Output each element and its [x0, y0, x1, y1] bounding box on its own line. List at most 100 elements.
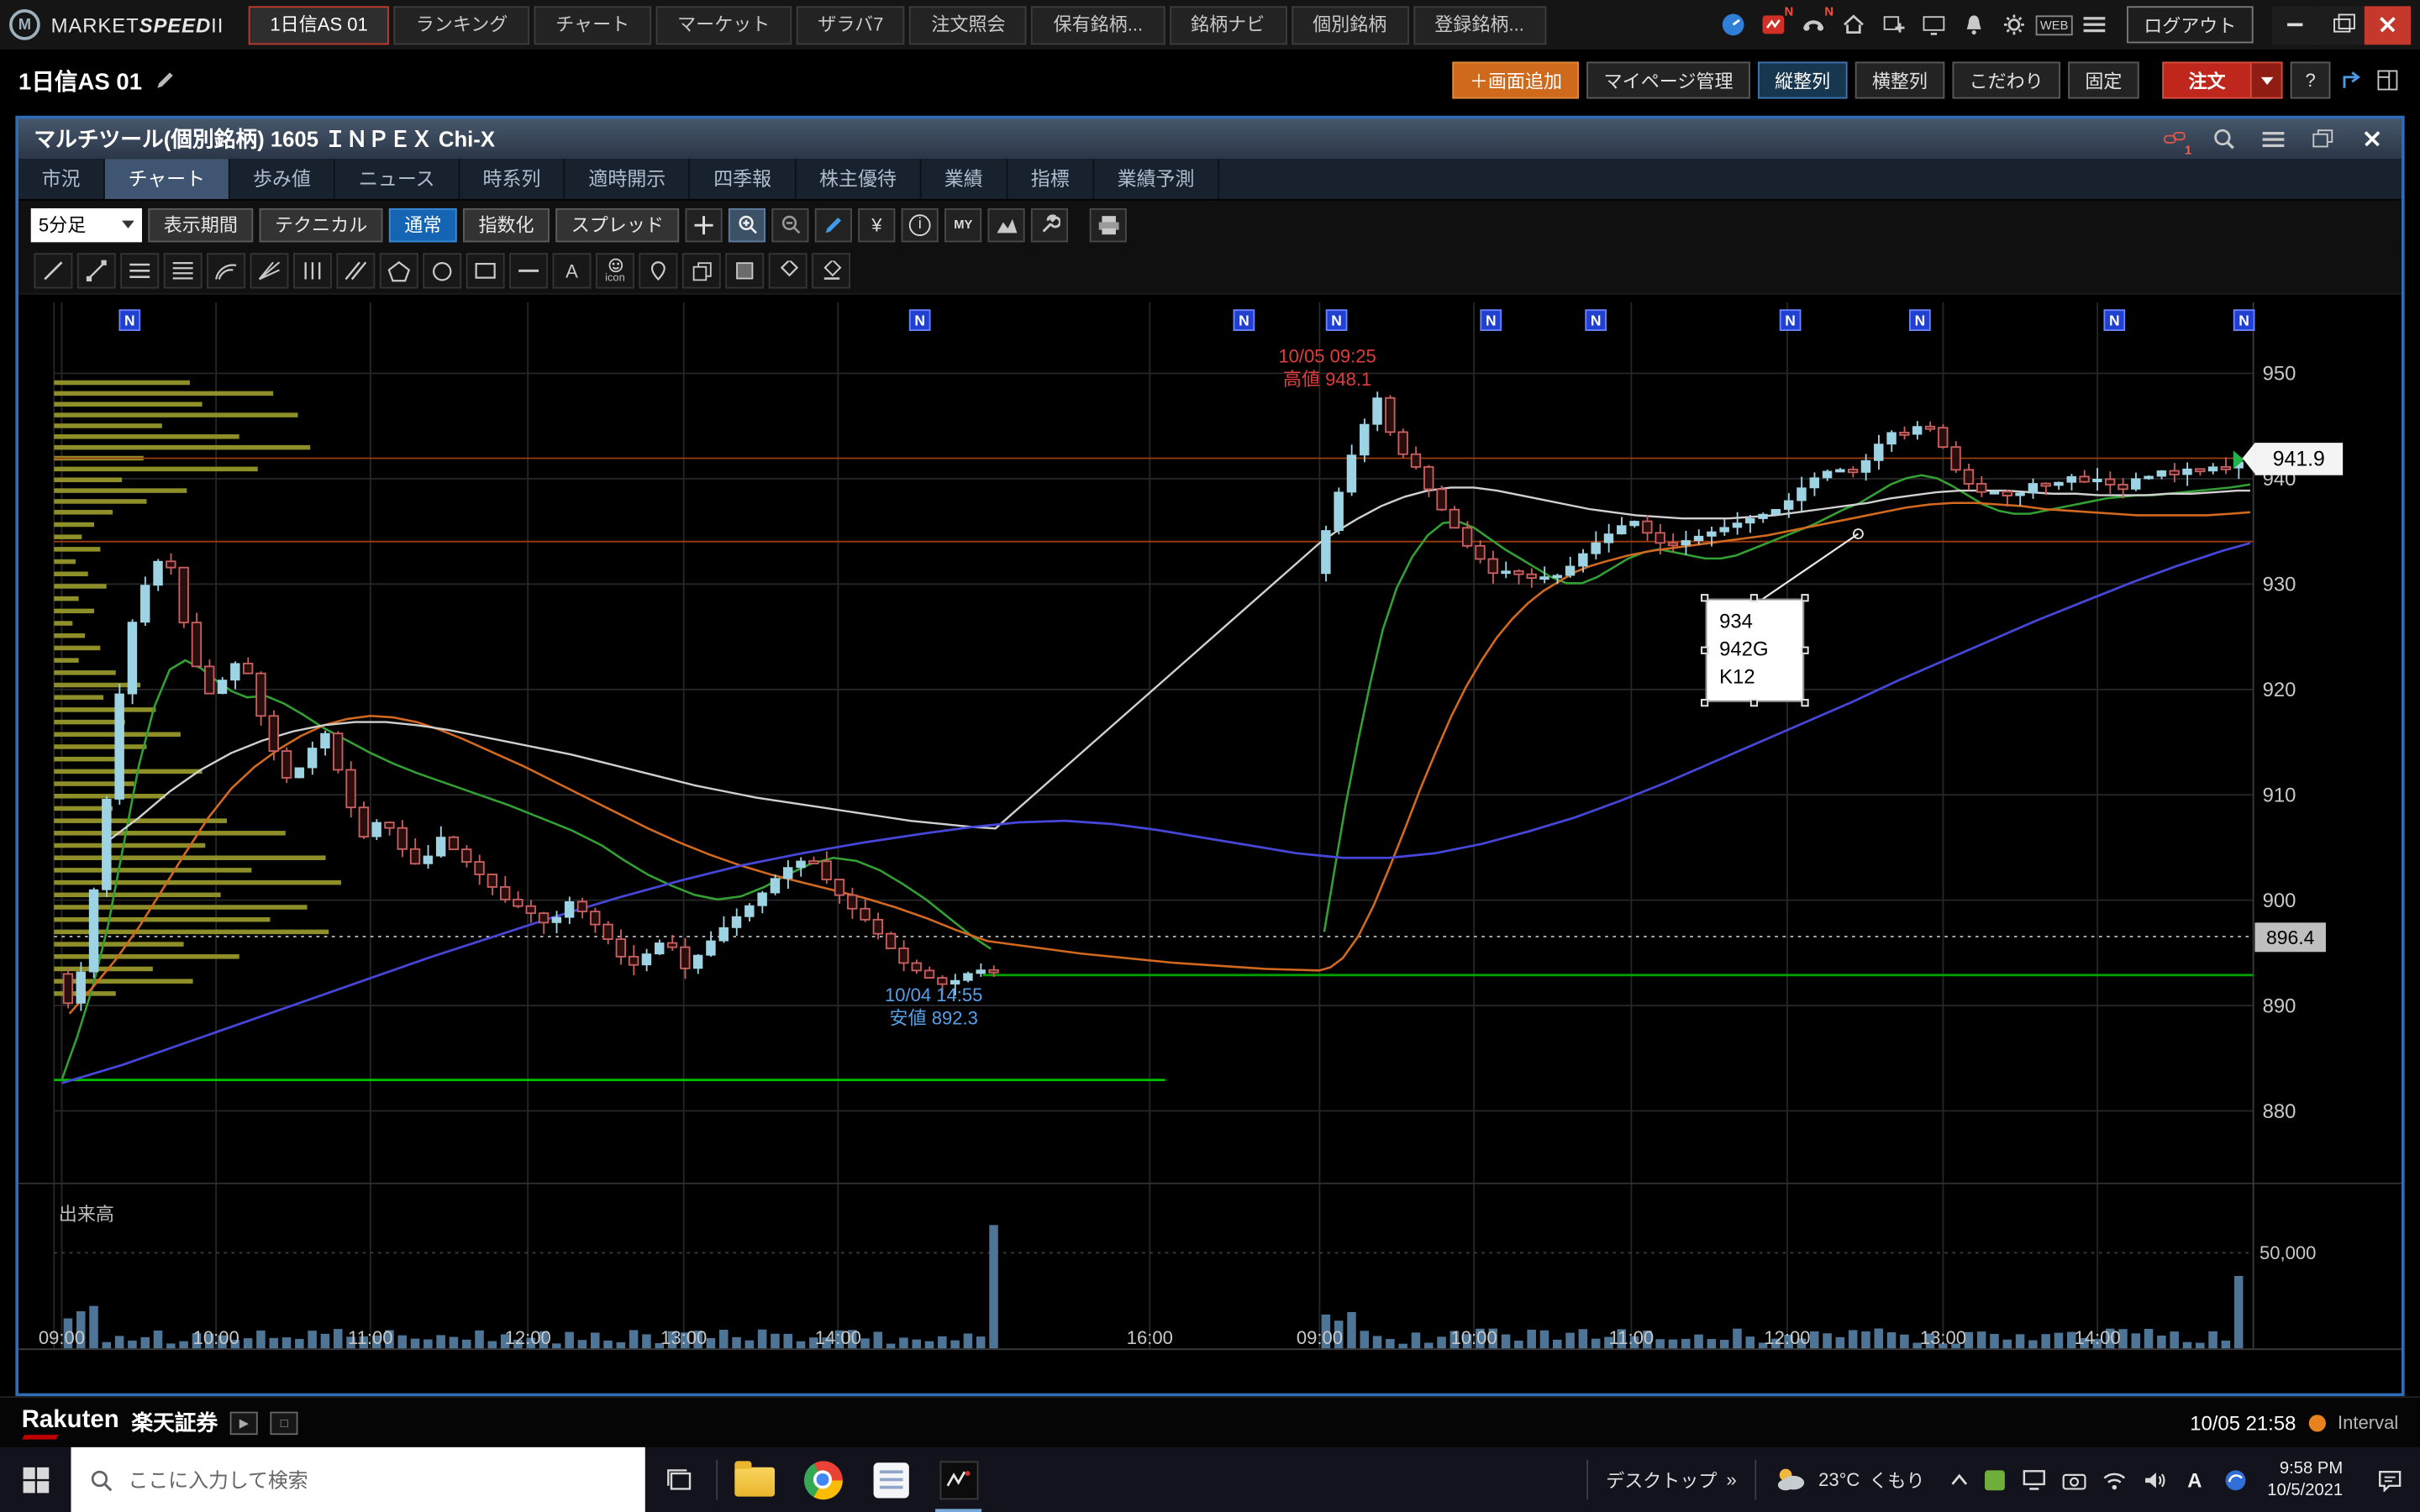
resize-handle[interactable]: [1701, 699, 1708, 706]
info-button[interactable]: i: [902, 207, 939, 241]
trend-line-tool[interactable]: [34, 253, 72, 288]
restore-button[interactable]: [2318, 5, 2365, 44]
text-tool[interactable]: A: [553, 253, 592, 288]
wtab-time-series[interactable]: 時系列: [460, 159, 566, 199]
tab-registered-symbols[interactable]: 登録銘柄...: [1413, 5, 1546, 44]
align-horizontal-button[interactable]: 横整列: [1855, 61, 1945, 98]
resize-handle[interactable]: [1801, 646, 1808, 654]
tab-workspace[interactable]: 1日信AS 01: [249, 5, 390, 44]
task-view-button[interactable]: [645, 1447, 713, 1512]
copy-tool[interactable]: [682, 253, 721, 288]
gpu-tray-icon[interactable]: [1977, 1462, 2011, 1496]
zoom-in-button[interactable]: [729, 207, 765, 241]
resize-handle[interactable]: [1701, 594, 1708, 601]
eraser-tool[interactable]: [769, 253, 808, 288]
indexed-mode-button[interactable]: 指数化: [463, 207, 550, 241]
cascade-icon[interactable]: [2309, 125, 2337, 153]
display-period-button[interactable]: 表示期間: [148, 207, 253, 241]
tab-order-inquiry[interactable]: 注文照会: [910, 5, 1028, 44]
wifi-icon[interactable]: [2097, 1462, 2131, 1496]
crosshair-tool-button[interactable]: [686, 207, 723, 241]
window-titlebar[interactable]: マルチツール(個別銘柄) 1605 ＩＮＰＥＸ Chi-X 1: [18, 118, 2402, 159]
resize-handle[interactable]: [1750, 594, 1758, 601]
action-center-button[interactable]: [2359, 1447, 2420, 1512]
menu-icon[interactable]: [2081, 11, 2108, 39]
taskbar-clock[interactable]: 9:58 PM 10/5/2021: [2252, 1447, 2359, 1512]
gann-fan-tool[interactable]: [250, 253, 289, 288]
wtab-shareholder-benefit[interactable]: 株主優待: [796, 159, 921, 199]
search-input[interactable]: [125, 1467, 645, 1493]
edit-pencil-icon[interactable]: [155, 70, 176, 92]
search-icon[interactable]: [2210, 125, 2238, 153]
window-menu-icon[interactable]: [2260, 125, 2287, 153]
settings-wrench-button[interactable]: [1031, 207, 1068, 241]
resize-handle[interactable]: [1801, 699, 1808, 706]
window-close-icon[interactable]: [2359, 125, 2386, 153]
rectangle-tool[interactable]: [466, 253, 505, 288]
chrome-icon[interactable]: [789, 1447, 857, 1512]
normal-mode-button[interactable]: 通常: [389, 207, 457, 241]
parallel-channel-tool[interactable]: [336, 253, 375, 288]
wtab-shikiho[interactable]: 四季報: [691, 159, 797, 199]
timeframe-select[interactable]: 5分足: [31, 207, 142, 241]
spread-mode-button[interactable]: スプレッド: [555, 207, 679, 241]
fill-tool[interactable]: [725, 253, 764, 288]
camera-tray-icon[interactable]: [2057, 1462, 2091, 1496]
add-window-icon[interactable]: [1880, 11, 1907, 39]
marketspeed-app-icon[interactable]: [924, 1447, 992, 1512]
horizontal-lines-tool[interactable]: [120, 253, 159, 288]
resize-handle[interactable]: [1750, 699, 1758, 706]
add-screen-button[interactable]: ＋画面追加: [1453, 61, 1580, 98]
wtab-earnings[interactable]: 業績: [921, 159, 1007, 199]
close-button[interactable]: [2365, 5, 2411, 44]
web-link-icon[interactable]: WEB: [2040, 11, 2068, 39]
logout-button[interactable]: ログアウト: [2127, 6, 2254, 43]
desktop-toolbar[interactable]: デスクトップ»: [1591, 1447, 1752, 1512]
home-icon[interactable]: [1839, 11, 1867, 39]
price-chart[interactable]: NNNNNNNNNN95094093092091090089088009:001…: [18, 295, 2402, 1394]
wtab-earnings-forecast[interactable]: 業績予測: [1094, 159, 1219, 199]
edge-tray-icon[interactable]: [2217, 1462, 2251, 1496]
align-vertical-button[interactable]: 縦整列: [1758, 61, 1848, 98]
icon-stamp-tool[interactable]: icon: [596, 253, 634, 288]
wtab-market-overview[interactable]: 市況: [18, 159, 105, 199]
pin-button[interactable]: 固定: [2068, 61, 2139, 98]
ray-line-tool[interactable]: [77, 253, 116, 288]
layout-icon[interactable]: [2374, 66, 2402, 94]
currency-button[interactable]: ¥: [858, 207, 895, 241]
tab-individual-stock[interactable]: 個別銘柄: [1291, 5, 1408, 44]
wtab-indicators[interactable]: 指標: [1007, 159, 1094, 199]
chart-image-button[interactable]: [988, 207, 1025, 241]
wtab-tick[interactable]: 歩み値: [230, 159, 336, 199]
volume-icon[interactable]: [2138, 1462, 2171, 1496]
link-group-icon[interactable]: 1: [2160, 125, 2188, 153]
polygon-tool[interactable]: [380, 253, 418, 288]
tab-symbol-navi[interactable]: 銘柄ナビ: [1169, 5, 1286, 44]
minimize-button[interactable]: [2272, 5, 2318, 44]
my-chart-button[interactable]: MY: [944, 207, 981, 241]
horizontal-segment-tool[interactable]: [509, 253, 548, 288]
order-button[interactable]: 注文: [2162, 61, 2252, 98]
weather-widget[interactable]: 23°Cくもり: [1760, 1447, 1940, 1512]
file-explorer-icon[interactable]: [721, 1447, 789, 1512]
start-button[interactable]: [0, 1447, 71, 1512]
jump-icon[interactable]: [2338, 66, 2366, 94]
kodawari-button[interactable]: こだわり: [1952, 61, 2060, 98]
fibonacci-arc-tool[interactable]: [207, 253, 245, 288]
annotation-note-box[interactable]: 934 942G K12: [1706, 599, 1805, 702]
tab-chart[interactable]: チャート: [534, 5, 651, 44]
notes-app-icon[interactable]: [856, 1447, 924, 1512]
marker-pin-tool[interactable]: [639, 253, 677, 288]
tab-holdings[interactable]: 保有銘柄...: [1032, 5, 1165, 44]
tab-ranking[interactable]: ランキング: [394, 5, 529, 44]
phone-icon[interactable]: N: [1800, 11, 1828, 39]
delete-all-tool[interactable]: [812, 253, 850, 288]
ellipse-tool[interactable]: [423, 253, 461, 288]
wtab-chart[interactable]: チャート: [105, 159, 230, 199]
draw-pencil-button[interactable]: [815, 207, 852, 241]
mypage-manage-button[interactable]: マイページ管理: [1586, 61, 1749, 98]
tab-market[interactable]: マーケット: [655, 5, 792, 44]
price-lines-tool[interactable]: [164, 253, 203, 288]
tab-zaraba7[interactable]: ザラバ7: [797, 5, 906, 44]
settings-gear-icon[interactable]: [2000, 11, 2028, 39]
